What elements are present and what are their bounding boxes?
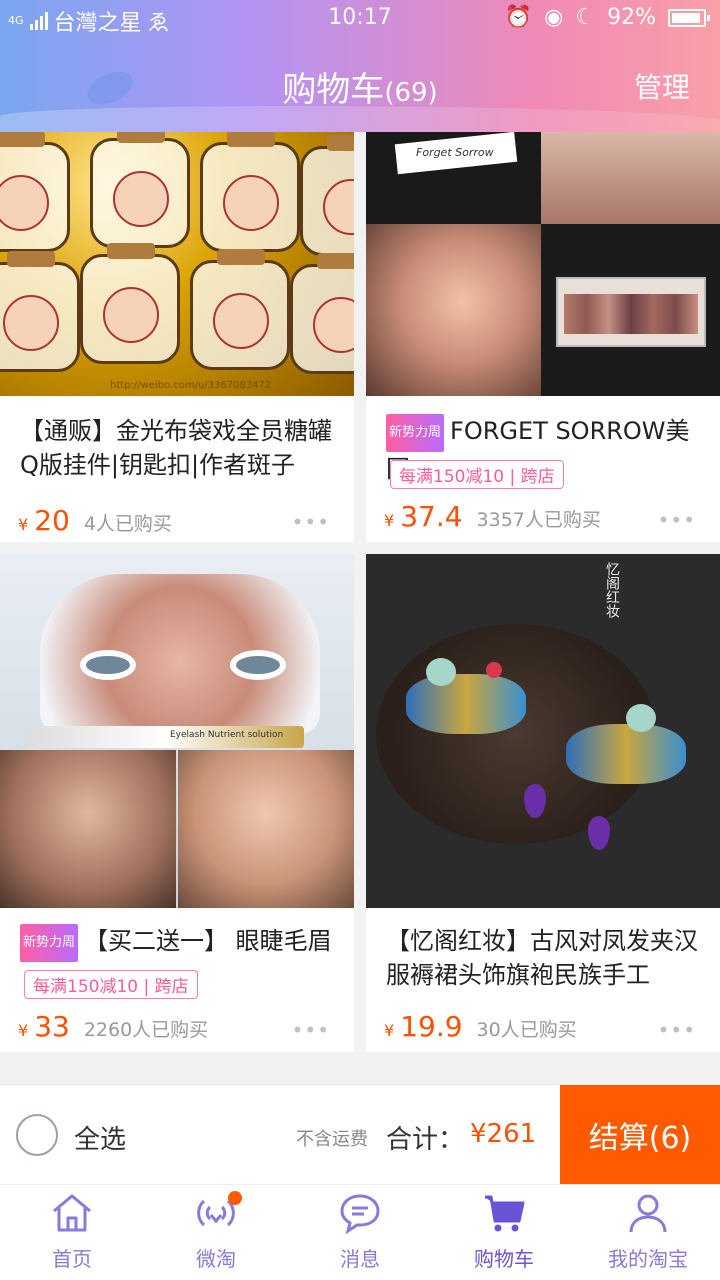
shipping-note: 不含运费 — [296, 1129, 368, 1150]
product-price: 20 — [34, 504, 70, 537]
cart-icon — [485, 1195, 525, 1232]
battery-icon — [668, 8, 710, 27]
status-bar: 4G 台灣之星 ゑ 10:17 ⏰ ◉ ☾ 92% — [0, 0, 720, 36]
moon-icon: ☾ — [575, 5, 596, 30]
message-icon — [340, 1194, 380, 1235]
manage-button[interactable]: 管理 — [634, 66, 690, 106]
more-icon[interactable]: ••• — [658, 1018, 696, 1042]
tab-weitao[interactable]: 微淘 — [144, 1185, 288, 1280]
product-card[interactable]: 忆阁红妆 【忆阁红妆】古风对凤发夹汉服褥裙头饰旗袍民族手工 ¥ 19.9 30人… — [366, 554, 720, 1052]
product-card[interactable]: http://weibo.com/u/3367083472 【通贩】金光布袋戏全… — [0, 132, 354, 542]
sold-count: 2260人已购买 — [83, 1019, 209, 1041]
checkout-button[interactable]: 结算(6) — [560, 1085, 720, 1185]
home-icon — [53, 1194, 91, 1232]
product-card[interactable]: Eyelash Nutrient solution 新势力周 【买二送一】 眼睫毛… — [0, 554, 354, 1052]
tab-my-taobao[interactable]: 我的淘宝 — [576, 1185, 720, 1280]
product-price: 19.9 — [400, 1010, 463, 1043]
product-title[interactable]: 【通贩】金光布袋戏全员糖罐Q版挂件|钥匙扣|作者斑子 — [20, 414, 340, 482]
product-image[interactable]: Eyelash Nutrient solution — [0, 554, 354, 908]
product-image[interactable]: Forget Sorrow — [366, 132, 720, 396]
bottom-tab-bar: 首页 微淘 消息 购物车 我的淘宝 — [0, 1184, 720, 1280]
notification-dot — [228, 1191, 242, 1205]
alarm-icon: ⏰ — [504, 5, 533, 30]
product-title[interactable]: 【忆阁红妆】古风对凤发夹汉服褥裙头饰旗袍民族手工 — [386, 924, 706, 992]
checkout-bar: 全选 不含运费 合计： ¥261 结算(6) — [0, 1084, 720, 1185]
image-product-label: Eyelash Nutrient solution — [170, 730, 284, 740]
promo-badge: 每满150减10 | 跨店 — [24, 970, 198, 999]
user-icon — [629, 1194, 667, 1233]
product-price: 37.4 — [400, 500, 463, 533]
product-image[interactable]: 忆阁红妆 — [366, 554, 720, 908]
sold-count: 30人已购买 — [476, 1019, 577, 1041]
more-icon[interactable]: ••• — [292, 510, 330, 534]
cart-count: (69) — [384, 78, 438, 108]
eye-icon: ◉ — [544, 5, 564, 30]
select-all-checkbox[interactable] — [16, 1114, 58, 1156]
tab-cart[interactable]: 购物车 — [432, 1185, 576, 1280]
image-brand-text: Forget Sorrow — [416, 146, 494, 159]
total-label: 合计： — [386, 1125, 465, 1155]
product-price: 33 — [34, 1010, 70, 1043]
product-title[interactable]: 新势力周 【买二送一】 眼睫毛眉 — [20, 924, 340, 962]
battery-percent: 92% — [607, 5, 656, 30]
page-title: 购物车(69) — [282, 70, 438, 110]
more-icon[interactable]: ••• — [292, 1018, 330, 1042]
image-brand-text: 忆阁红妆 — [604, 562, 620, 618]
product-card[interactable]: Forget Sorrow 新势力周FORGET SORROW美国 每满150减… — [366, 132, 720, 542]
product-image[interactable]: http://weibo.com/u/3367083472 — [0, 132, 354, 396]
promo-badge: 每满150减10 | 跨店 — [390, 460, 564, 489]
total-amount: ¥261 — [470, 1119, 537, 1149]
more-icon[interactable]: ••• — [658, 508, 696, 532]
header: 4G 台灣之星 ゑ 10:17 ⏰ ◉ ☾ 92% 购物车(69) 管理 — [0, 0, 720, 132]
image-watermark: http://weibo.com/u/3367083472 — [110, 380, 272, 391]
sold-count: 3357人已购买 — [476, 509, 601, 531]
tab-home[interactable]: 首页 — [0, 1185, 144, 1280]
new-tag-badge: 新势力周 — [386, 414, 445, 452]
tab-messages[interactable]: 消息 — [288, 1185, 432, 1280]
new-tag-badge: 新势力周 — [20, 924, 79, 962]
sold-count: 4人已购买 — [83, 513, 172, 535]
select-all-label[interactable]: 全选 — [74, 1119, 126, 1156]
